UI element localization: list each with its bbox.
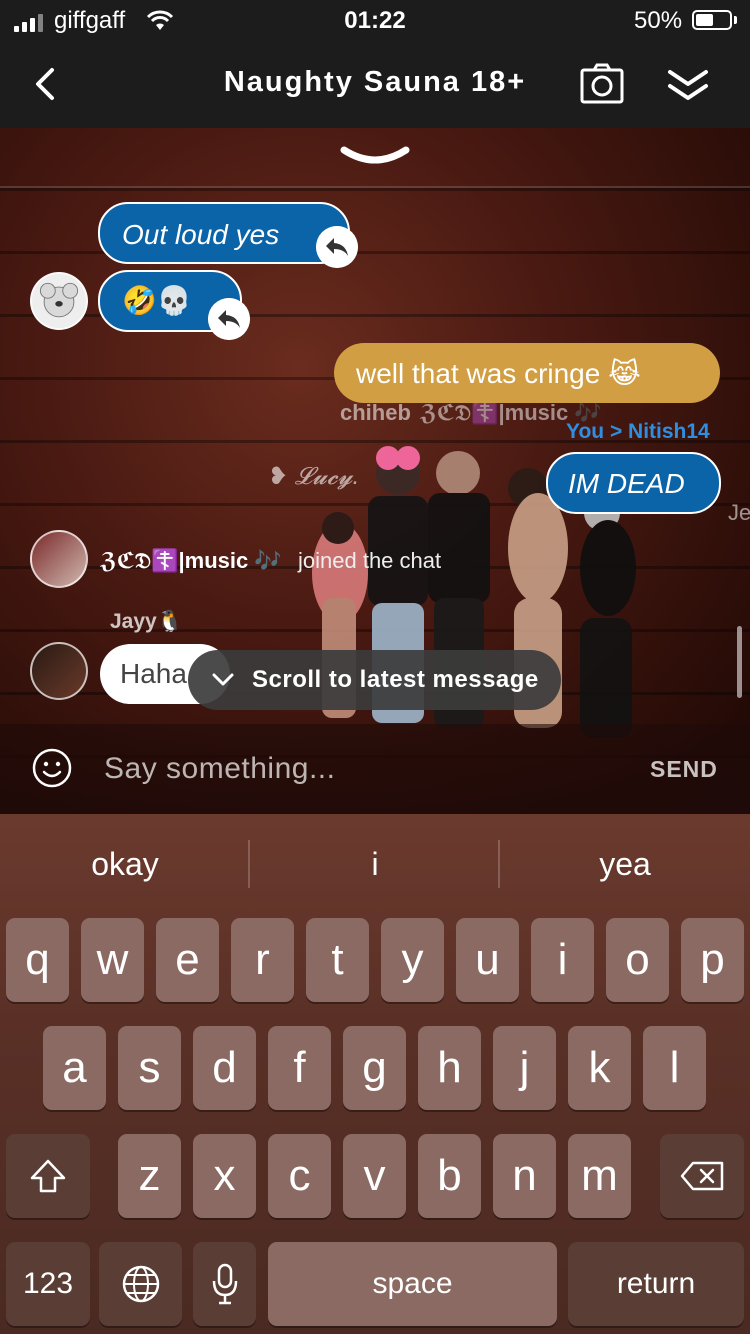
key-a[interactable]: a: [43, 1026, 106, 1110]
scene-name-chiheb: chiheb: [340, 400, 411, 425]
microphone-icon: [212, 1263, 237, 1305]
join-username[interactable]: ℨℭ𝔇☦️|music 🎶: [100, 548, 282, 574]
reply-target-label[interactable]: You > Nitish14: [566, 420, 710, 444]
scrollbar[interactable]: [737, 626, 742, 698]
key-q[interactable]: q: [6, 918, 69, 1002]
battery-tip: [734, 16, 737, 24]
key-t[interactable]: t: [306, 918, 369, 1002]
key-d[interactable]: d: [193, 1026, 256, 1110]
key-o[interactable]: o: [606, 918, 669, 1002]
message-text: IM DEAD: [568, 468, 685, 499]
key-j[interactable]: j: [493, 1026, 556, 1110]
chat-bubble[interactable]: Out loud yes: [98, 202, 350, 264]
suggestion-3[interactable]: yea: [500, 814, 750, 914]
reply-icon[interactable]: [208, 298, 250, 340]
key-s[interactable]: s: [118, 1026, 181, 1110]
camera-icon[interactable]: [580, 62, 624, 106]
message-composer: Say something... SEND: [0, 724, 750, 814]
chevron-down-icon: [212, 673, 234, 686]
send-button[interactable]: SEND: [650, 756, 718, 783]
numbers-key[interactable]: 123: [6, 1242, 90, 1326]
own-chat-bubble[interactable]: IM DEAD: [546, 452, 721, 514]
scroll-pill-label: Scroll to latest message: [252, 666, 539, 693]
battery-percent: 50%: [634, 7, 683, 34]
scene-name-lucy: ❥ 𝓛𝓾𝓬𝔂.: [268, 463, 360, 490]
battery-icon: [692, 10, 732, 30]
key-x[interactable]: x: [193, 1134, 256, 1218]
message-text: Haha: [120, 658, 187, 689]
key-l[interactable]: l: [643, 1026, 706, 1110]
key-g[interactable]: g: [343, 1026, 406, 1110]
chat-scene: chiheb ℨℭ𝔇☦️|music 🎶 ❥ 𝓛𝓾𝓬𝔂. Je Out loud…: [0, 128, 750, 814]
key-v[interactable]: v: [343, 1134, 406, 1218]
return-key[interactable]: return: [568, 1242, 744, 1326]
message-text: well that was cringe 😹: [356, 358, 641, 389]
globe-icon: [122, 1265, 159, 1303]
key-i[interactable]: i: [531, 918, 594, 1002]
shift-key[interactable]: [6, 1134, 90, 1218]
key-w[interactable]: w: [81, 918, 144, 1002]
key-e[interactable]: e: [156, 918, 219, 1002]
own-chat-bubble[interactable]: well that was cringe 😹: [334, 343, 720, 403]
shift-arrow-icon: [30, 1159, 66, 1193]
suggestion-1[interactable]: okay: [0, 814, 250, 914]
scroll-to-latest-button[interactable]: Scroll to latest message: [188, 650, 561, 710]
key-b[interactable]: b: [418, 1134, 481, 1218]
message-text: Out loud yes: [122, 219, 280, 250]
key-r[interactable]: r: [231, 918, 294, 1002]
globe-key[interactable]: [99, 1242, 182, 1326]
space-key[interactable]: space: [268, 1242, 557, 1326]
key-y[interactable]: y: [381, 918, 444, 1002]
dictation-key[interactable]: [193, 1242, 256, 1326]
avatar[interactable]: [30, 530, 88, 588]
key-z[interactable]: z: [118, 1134, 181, 1218]
key-c[interactable]: c: [268, 1134, 331, 1218]
join-notice-text: joined the chat: [298, 548, 442, 573]
message-input[interactable]: Say something...: [104, 752, 335, 786]
reply-icon[interactable]: [316, 226, 358, 268]
chat-header: Naughty Sauna 18+: [0, 42, 750, 128]
scene-name-je: Je: [728, 500, 750, 525]
message-text: 🤣💀: [122, 285, 192, 316]
key-h[interactable]: h: [418, 1026, 481, 1110]
backspace-key[interactable]: [660, 1134, 744, 1218]
key-f[interactable]: f: [268, 1026, 331, 1110]
keyboard: okay i yea q w e r t y u i o p a s d f g…: [0, 814, 750, 1334]
suggestion-2[interactable]: i: [250, 814, 500, 914]
key-k[interactable]: k: [568, 1026, 631, 1110]
key-n[interactable]: n: [493, 1134, 556, 1218]
key-p[interactable]: p: [681, 918, 744, 1002]
key-m[interactable]: m: [568, 1134, 631, 1218]
chat-room-title: Naughty Sauna 18+: [223, 66, 527, 98]
status-bar: giffgaff 01:22 50%: [0, 0, 750, 42]
double-chevron-down-icon[interactable]: [666, 64, 710, 108]
smiley-icon[interactable]: [32, 748, 72, 788]
avatar[interactable]: [30, 642, 88, 700]
avatar[interactable]: [30, 272, 88, 330]
sender-name[interactable]: Jayy🐧: [110, 610, 183, 634]
backspace-icon: [680, 1161, 724, 1191]
key-u[interactable]: u: [456, 918, 519, 1002]
